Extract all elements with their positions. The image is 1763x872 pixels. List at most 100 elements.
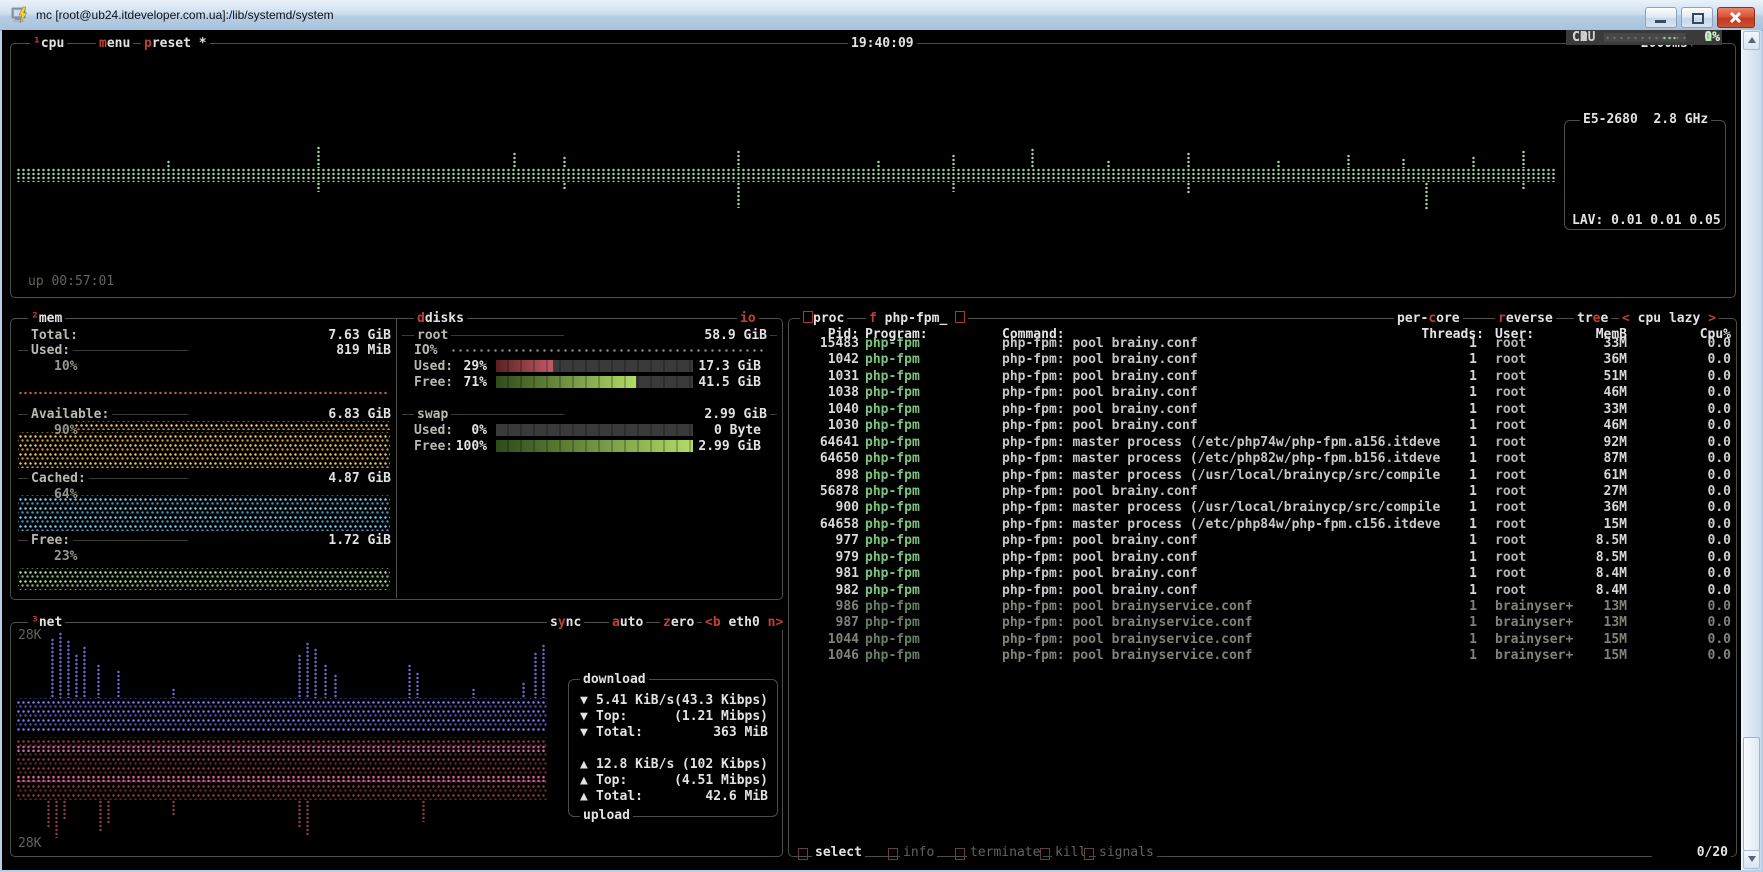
process-mem: 46M bbox=[1542, 385, 1627, 400]
process-row[interactable]: 64650 php-fpm php-fpm: master process (/… bbox=[788, 451, 1735, 467]
close-button[interactable] bbox=[1717, 7, 1755, 28]
lav-values: 0.01 0.01 0.05 bbox=[1611, 213, 1721, 228]
process-row[interactable]: 1044 php-fpm php-fpm: pool brainyservice… bbox=[788, 632, 1735, 648]
tab-mem[interactable]: ²mem bbox=[28, 311, 65, 326]
process-mem: 15M bbox=[1542, 517, 1627, 532]
process-program: php-fpm bbox=[865, 484, 920, 499]
process-program: php-fpm bbox=[865, 352, 920, 367]
process-row[interactable]: 987 php-fpm php-fpm: pool brainyservice.… bbox=[788, 615, 1735, 631]
net-auto-button[interactable]: auto bbox=[609, 615, 646, 630]
process-row[interactable]: 979 php-fpm php-fpm: pool brainy.conf 1 … bbox=[788, 550, 1735, 566]
process-row[interactable]: 977 php-fpm php-fpm: pool brainy.conf 1 … bbox=[788, 533, 1735, 549]
process-pid: 15483 bbox=[788, 336, 859, 351]
terminal-scrollbar[interactable] bbox=[1741, 30, 1761, 870]
process-mem: 61M bbox=[1542, 468, 1627, 483]
tab-proc[interactable]: proc bbox=[800, 311, 847, 326]
sync-post: nc bbox=[566, 615, 582, 630]
process-user: root bbox=[1495, 500, 1526, 515]
net-scale-top: 28K bbox=[18, 628, 41, 643]
process-row[interactable]: 1038 php-fpm php-fpm: pool brainy.conf 1… bbox=[788, 385, 1735, 401]
process-row[interactable]: 900 php-fpm php-fpm: master process (/us… bbox=[788, 500, 1735, 516]
net-upload-spikes bbox=[16, 799, 547, 800]
process-command: php-fpm: pool brainy.conf bbox=[1002, 402, 1198, 417]
preset-button[interactable]: preset * bbox=[141, 36, 210, 51]
traffic-label: Top: bbox=[596, 773, 627, 788]
process-command: php-fpm: pool brainy.conf bbox=[1002, 484, 1198, 499]
process-row[interactable]: 1042 php-fpm php-fpm: pool brainy.conf 1… bbox=[788, 352, 1735, 368]
process-command: php-fpm: pool brainyservice.conf bbox=[1002, 648, 1252, 663]
mem-row-value: 819 MiB bbox=[188, 343, 394, 358]
process-row[interactable]: 986 php-fpm php-fpm: pool brainyservice.… bbox=[788, 599, 1735, 615]
upload-arrow-icon: ▲ bbox=[580, 757, 588, 772]
tab-cpu[interactable]: ¹cpu bbox=[30, 36, 67, 51]
process-user: root bbox=[1495, 550, 1526, 565]
footer-info[interactable]: info bbox=[900, 845, 937, 860]
maximize-icon bbox=[1692, 13, 1704, 24]
proc-filter[interactable]: f php-fpm_ bbox=[866, 311, 968, 326]
footer-signals[interactable]: signals bbox=[1096, 845, 1157, 860]
process-command: php-fpm: pool brainy.conf bbox=[1002, 533, 1198, 548]
tree-toggle[interactable]: tree bbox=[1574, 311, 1611, 326]
titlebar[interactable]: mc [root@ub24.itdeveloper.com.ua]:/lib/s… bbox=[0, 0, 1763, 31]
process-mem: 33M bbox=[1542, 336, 1627, 351]
process-row[interactable]: 1046 php-fpm php-fpm: pool brainyservice… bbox=[788, 648, 1735, 664]
process-row[interactable]: 982 php-fpm php-fpm: pool brainy.conf 1 … bbox=[788, 583, 1735, 599]
mem-row-value: 4.87 GiB bbox=[188, 471, 394, 486]
select-up-key-icon[interactable] bbox=[798, 848, 808, 860]
filter-input[interactable]: php-fpm_ bbox=[885, 311, 948, 326]
core-label: C3 bbox=[1572, 30, 1588, 45]
putty-app-icon bbox=[10, 5, 30, 25]
process-row[interactable]: 981 php-fpm php-fpm: pool brainy.conf 1 … bbox=[788, 566, 1735, 582]
percore-toggle[interactable]: per-core bbox=[1394, 311, 1463, 326]
maximize-button[interactable] bbox=[1681, 7, 1713, 28]
process-cpu: 0.0 bbox=[1662, 632, 1731, 647]
disk-swap-size: 2.99 GiB bbox=[564, 407, 770, 422]
mem-row-label: Cached: bbox=[28, 471, 89, 486]
process-user: root bbox=[1495, 385, 1526, 400]
process-program: php-fpm bbox=[865, 632, 920, 647]
process-row[interactable]: 1030 php-fpm php-fpm: pool brainy.conf 1… bbox=[788, 418, 1735, 434]
mem-available-graph-top bbox=[74, 421, 390, 430]
scrollbar-thumb[interactable] bbox=[1743, 737, 1760, 851]
process-user: root bbox=[1495, 451, 1526, 466]
load-average: LAV: 0.01 0.01 0.05 bbox=[1572, 213, 1721, 228]
kill-key-icon[interactable] bbox=[1040, 848, 1050, 860]
terminate-key-icon[interactable] bbox=[955, 848, 965, 860]
minimize-button[interactable] bbox=[1645, 7, 1677, 28]
disks-title: ddisks bbox=[414, 311, 467, 326]
process-row[interactable]: 15483 php-fpm php-fpm: pool brainy.conf … bbox=[788, 336, 1735, 352]
scrollbar-up-button[interactable] bbox=[1743, 31, 1760, 50]
menu-button[interactable]: menu bbox=[96, 36, 133, 51]
io-mode-button[interactable]: io bbox=[737, 311, 759, 326]
sort-next-icon[interactable]: > bbox=[1708, 311, 1716, 326]
process-program: php-fpm bbox=[865, 336, 920, 351]
net-upload-peak-band1 bbox=[16, 745, 547, 752]
scrollbar-down-button[interactable] bbox=[1743, 850, 1760, 869]
process-row[interactable]: 56878 php-fpm php-fpm: pool brainy.conf … bbox=[788, 484, 1735, 500]
info-key-icon[interactable] bbox=[888, 848, 898, 860]
process-row[interactable]: 1040 php-fpm php-fpm: pool brainy.conf 1… bbox=[788, 402, 1735, 418]
process-row[interactable]: 64658 php-fpm php-fpm: master process (/… bbox=[788, 517, 1735, 533]
net-zero-button[interactable]: zero bbox=[660, 615, 697, 630]
process-row[interactable]: 898 php-fpm php-fpm: master process (/us… bbox=[788, 468, 1735, 484]
process-row[interactable]: 64641 php-fpm php-fpm: master process (/… bbox=[788, 435, 1735, 451]
filter-gap2 bbox=[947, 311, 955, 326]
traffic-value: (102 Kibps) bbox=[642, 757, 768, 772]
sort-selector[interactable]: < cpu lazy > bbox=[1619, 311, 1719, 326]
process-pid: 986 bbox=[788, 599, 859, 614]
process-user: root bbox=[1495, 468, 1526, 483]
traffic-value: 363 MiB bbox=[642, 725, 768, 740]
process-mem: 51M bbox=[1542, 369, 1627, 384]
signals-key-icon[interactable] bbox=[1084, 848, 1094, 860]
process-pid: 1046 bbox=[788, 648, 859, 663]
process-row[interactable]: 1031 php-fpm php-fpm: pool brainy.conf 1… bbox=[788, 369, 1735, 385]
reverse-toggle[interactable]: reverse bbox=[1495, 311, 1556, 326]
footer-select[interactable]: select bbox=[812, 845, 865, 860]
net-device-switcher[interactable]: <b eth0 n> bbox=[702, 615, 786, 630]
net-sync-button[interactable]: sync bbox=[547, 615, 584, 630]
process-threads: 1 bbox=[1402, 500, 1477, 515]
filter-clear-icon[interactable] bbox=[955, 311, 965, 323]
sort-prev-icon[interactable]: < bbox=[1622, 311, 1630, 326]
disk-swap-used-value: 0 Byte bbox=[564, 423, 764, 438]
footer-terminate[interactable]: terminate bbox=[967, 845, 1043, 860]
